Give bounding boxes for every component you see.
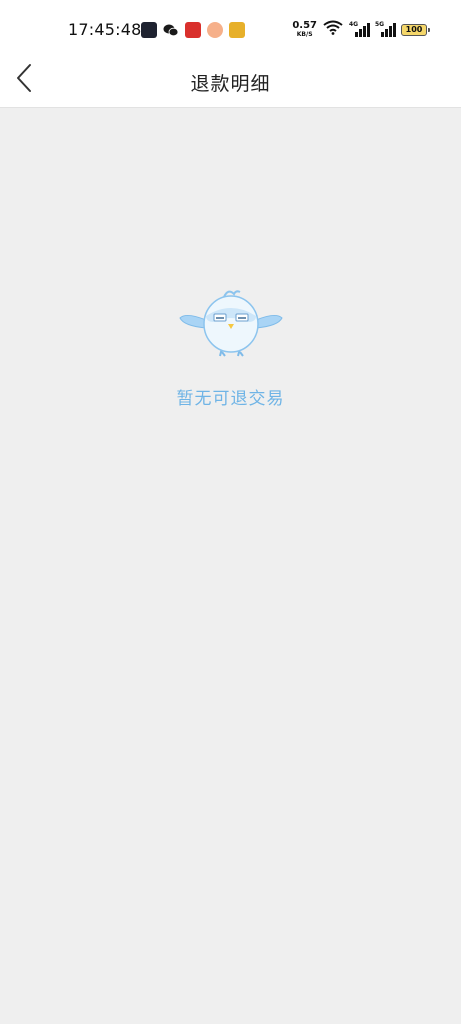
- page-title: 退款明细: [190, 73, 271, 95]
- empty-state: 暂无可退交易: [0, 280, 461, 409]
- bird-mascot-icon: [176, 280, 286, 360]
- status-time: 17:45:48: [68, 20, 142, 39]
- status-bar: 17:45:48 0.57 KB/S 4G 5G 100: [0, 0, 461, 58]
- wifi-icon: [323, 20, 343, 39]
- network-speed: 0.57 KB/S: [292, 21, 317, 38]
- signal-4g-icon: 4G: [349, 21, 370, 37]
- signal-5g-icon: 5G: [375, 21, 396, 37]
- battery-icon: 100: [401, 23, 430, 36]
- battery-level: 100: [405, 24, 423, 34]
- system-icons: 0.57 KB/S 4G 5G 100: [292, 20, 430, 39]
- network-speed-value: 0.57: [292, 20, 317, 31]
- notification-icons: [141, 22, 245, 38]
- empty-state-message: 暂无可退交易: [176, 389, 285, 409]
- red-app-icon: [185, 22, 201, 38]
- wechat-icon: [163, 22, 179, 38]
- yellow-app-icon: [229, 22, 245, 38]
- network-speed-unit: KB/S: [296, 31, 313, 38]
- orange-app-icon: [207, 22, 223, 38]
- mail-icon: [141, 22, 157, 38]
- navigation-bar: 退款明细: [0, 58, 461, 108]
